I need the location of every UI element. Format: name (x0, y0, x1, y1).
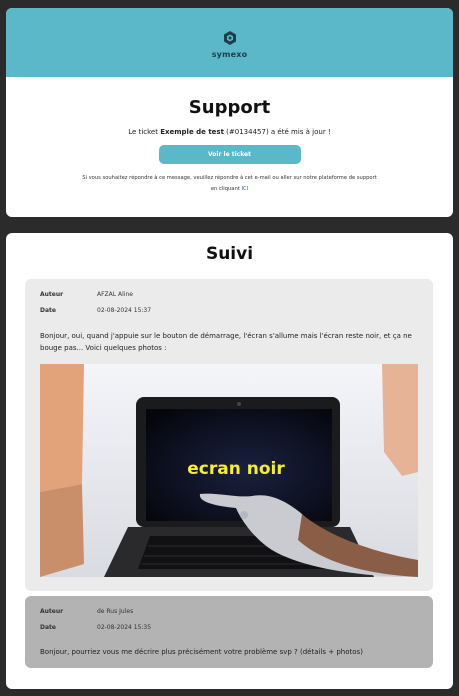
ticket-prefix: Le ticket (128, 128, 161, 136)
date-value: 02-08-2024 15:35 (97, 624, 152, 631)
date-row: Date 02-08-2024 15:37 (40, 307, 151, 314)
view-ticket-button[interactable]: Voir le ticket (158, 145, 301, 164)
symexo-logo-icon (223, 31, 236, 45)
attached-photo[interactable]: ecran noir (40, 364, 418, 577)
date-label: Date (40, 307, 56, 314)
message-item: Auteur de Rus Jules Date 02-08-2024 15:3… (25, 596, 433, 668)
notice-line-2: en cliquant ICI (46, 184, 413, 195)
author-value: de Rus Jules (97, 608, 134, 615)
author-row: Auteur de Rus Jules (40, 608, 133, 615)
author-value: AFZAL Aline (97, 291, 133, 298)
suivi-title: Suivi (205, 244, 254, 264)
author-label: Auteur (40, 608, 64, 615)
date-row: Date 02-08-2024 15:35 (40, 624, 151, 631)
date-value: 02-08-2024 15:37 (97, 307, 152, 314)
ticket-suffix: (#0134457) a été mis à jour ! (223, 128, 331, 136)
author-label: Auteur (40, 291, 64, 298)
support-title: Support (188, 97, 271, 118)
date-label: Date (40, 624, 56, 631)
message-text: Bonjour, oui, quand j'appuie sur le bout… (40, 332, 412, 352)
support-platform-link[interactable]: ICI (241, 186, 248, 192)
brand-name: symexo (211, 50, 248, 59)
photo-caption: ecran noir (187, 459, 285, 479)
brand-header: symexo (6, 8, 453, 77)
notice-line-1: Si vous souhaitez répondre à ce message,… (82, 175, 377, 181)
message-item: Auteur AFZAL Aline Date 02-08-2024 15:37… (25, 279, 433, 591)
support-card: symexo Support Le ticket Exemple de test… (6, 8, 453, 217)
suivi-card: Suivi Auteur AFZAL Aline Date 02-08-2024… (6, 233, 453, 689)
ticket-name: Exemple de test (160, 128, 224, 136)
notice-line-2-prefix: en cliquant (210, 186, 242, 192)
reply-notice: Si vous souhaitez répondre à ce message,… (6, 173, 453, 195)
ticket-update-line: Le ticket Exemple de test (#0134457) a é… (6, 128, 453, 136)
message-text: Bonjour, pourriez vous me décrire plus p… (40, 648, 363, 656)
author-row: Auteur AFZAL Aline (40, 291, 133, 298)
